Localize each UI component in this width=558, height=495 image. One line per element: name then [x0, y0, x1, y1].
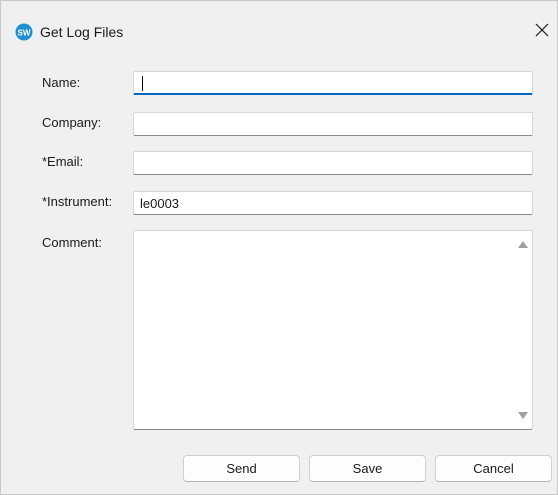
- cancel-button[interactable]: Cancel: [435, 455, 552, 482]
- svg-text:SW: SW: [18, 29, 31, 38]
- scroll-up-icon[interactable]: [518, 241, 528, 248]
- comment-label: Comment:: [42, 235, 102, 250]
- text-caret: [142, 76, 143, 91]
- company-input[interactable]: [133, 112, 533, 136]
- title-bar: SW Get Log Files: [1, 1, 557, 61]
- save-button[interactable]: Save: [309, 455, 426, 482]
- window-title: Get Log Files: [40, 24, 124, 40]
- instrument-label: *Instrument:: [42, 194, 113, 209]
- company-label: Company:: [42, 115, 102, 130]
- comment-scrollbar[interactable]: [514, 231, 532, 429]
- close-icon: [535, 23, 549, 42]
- dialog-window: SW Get Log Files Name: Company: *Email: …: [0, 0, 558, 495]
- instrument-input[interactable]: [133, 191, 533, 215]
- email-input[interactable]: [133, 151, 533, 175]
- name-input[interactable]: [133, 71, 533, 95]
- comment-textarea[interactable]: [133, 230, 533, 430]
- send-button[interactable]: Send: [183, 455, 300, 482]
- scroll-down-icon[interactable]: [518, 412, 528, 419]
- sw-logo-icon: SW: [15, 23, 33, 41]
- close-button[interactable]: [527, 17, 557, 47]
- name-label: Name:: [42, 75, 81, 90]
- email-label: *Email:: [42, 154, 84, 169]
